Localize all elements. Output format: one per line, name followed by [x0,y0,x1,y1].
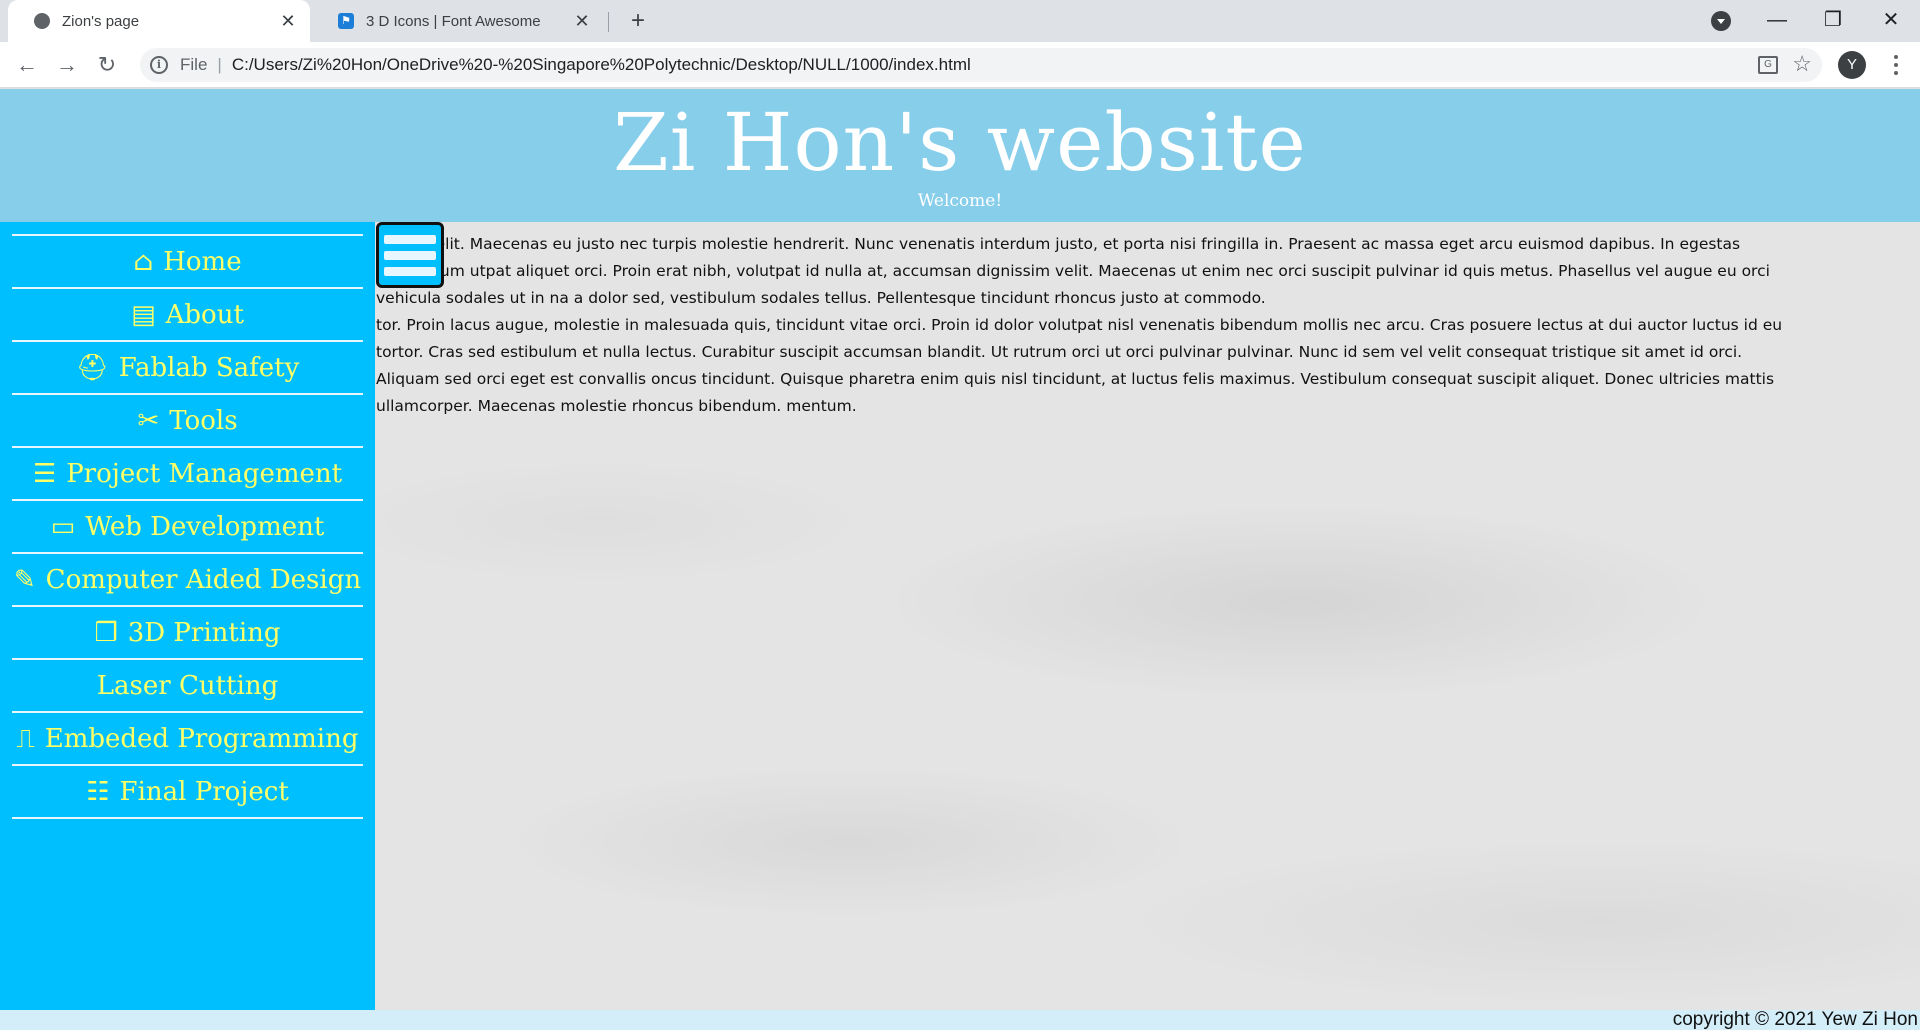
profile-avatar[interactable]: Y [1838,51,1866,79]
address-url[interactable]: C:/Users/Zi%20Hon/OneDrive%20-%20Singapo… [232,55,971,75]
hamburger-menu-button[interactable] [376,222,444,288]
address-bar[interactable]: i File | C:/Users/Zi%20Hon/OneDrive%20-%… [140,48,1822,82]
sidebar-item-label: Laser Cutting [96,670,279,701]
clipboard-list-icon: ☰ [32,458,57,489]
new-tab-button[interactable]: + [624,8,652,36]
sidebar-item-home[interactable]: ⌂ Home [12,236,363,289]
sidebar-item-label: About [165,299,244,330]
sidebar-item-label: Computer Aided Design [45,564,362,595]
sidebar-item-embeded-programming[interactable]: ⎍ Embeded Programming [12,713,363,766]
tab-title: 3 D Icons | Font Awesome [366,12,541,30]
content-paragraph: tor. Proin lacus augue, molestie in male… [376,316,1783,415]
home-icon: ⌂ [133,246,154,277]
tab-font-awesome[interactable]: ⚑ 3 D Icons | Font Awesome ✕ [312,0,604,42]
sidebar-item-label: Tools [169,405,238,436]
id-card-icon: ▤ [131,299,156,330]
sidebar-item-final-project[interactable]: ☷ Final Project [12,766,363,819]
site-header: Zi Hon's website Welcome! [0,89,1920,222]
sidebar-item-3d-printing[interactable]: ❒ 3D Printing [12,607,363,660]
copyright-text: copyright © 2021 Yew Zi Hon [1672,1009,1918,1030]
reload-icon[interactable]: ↻ [90,48,124,82]
window-icon: ▭ [50,511,76,542]
site-subtitle: Welcome! [917,191,1003,211]
main-content: piscing elit. Maecenas eu justo nec turp… [376,222,1796,420]
sidebar-item-computer-aided-design[interactable]: ✎ Computer Aided Design [12,554,363,607]
sidebar-item-label: Project Management [66,458,343,489]
minimize-button[interactable]: — [1752,4,1802,38]
tab-zions-page[interactable]: Zion's page ✕ [8,0,310,42]
sidebar-item-web-development[interactable]: ▭ Web Development [12,501,363,554]
site-footer: copyright © 2021 Yew Zi Hon [0,1010,1920,1030]
sidebar-item-fablab-safety[interactable]: ⛑ Fablab Safety [12,342,363,395]
tools-icon: ✂ [137,405,160,436]
sidebar-item-label: Home [163,246,242,277]
sidebar-item-label: Embeded Programming [44,723,359,754]
tab-separator [608,12,609,32]
close-tab-icon[interactable]: ✕ [278,11,298,32]
wave-square-icon: ⎍ [16,723,35,754]
page-viewport: Zi Hon's website Welcome! piscing elit. … [0,89,1920,1030]
close-window-button[interactable]: ✕ [1866,4,1916,38]
hamburger-bar [384,250,436,260]
sidebar-item-tools[interactable]: ✂ Tools [12,395,363,448]
sidebar-item-label: 3D Printing [127,617,281,648]
bookmark-star-icon[interactable]: ☆ [1792,51,1812,77]
flag-icon: ⚑ [338,13,354,29]
pencil-ruler-icon: ✎ [13,564,36,595]
address-divider: | [217,55,222,74]
nav-list: ⌂ Home ▤ About ⛑ Fablab Safety ✂ Tools ☰ Project … [12,234,363,819]
content-paragraph: piscing elit. Maecenas eu justo nec turp… [376,235,1770,307]
forward-arrow-icon[interactable]: → [50,48,84,82]
sidebar-item-label: Web Development [85,511,325,542]
globe-icon [34,13,50,29]
hard-hat-icon: ⛑ [75,352,109,383]
info-icon[interactable]: i [150,56,168,74]
site-title: Zi Hon's website [613,96,1307,189]
translate-icon[interactable]: G [1758,56,1778,74]
sidebar-nav: ⌂ Home ▤ About ⛑ Fablab Safety ✂ Tools ☰ Project … [0,222,375,1010]
browser-toolbar: ← → ↻ i File | C:/Users/Zi%20Hon/OneDriv… [0,42,1920,88]
sidebar-item-label: Fablab Safety [118,352,300,383]
sidebar-item-project-management[interactable]: ☰ Project Management [12,448,363,501]
sidebar-item-laser-cutting[interactable]: Laser Cutting [12,660,363,713]
browser-menu-icon[interactable] [1886,50,1906,80]
cubes-icon: ❒ [94,617,118,648]
tab-title: Zion's page [62,12,140,30]
back-arrow-icon[interactable]: ← [10,48,44,82]
hamburger-bar [384,266,436,276]
sidebar-item-label: Final Project [119,776,289,807]
restore-button[interactable]: ❐ [1808,4,1858,38]
address-scheme: File [180,55,208,74]
sidebar-item-about[interactable]: ▤ About [12,289,363,342]
close-tab-icon[interactable]: ✕ [572,11,592,32]
tab-strip: Zion's page ✕ ⚑ 3 D Icons | Font Awesome… [0,0,1920,42]
hamburger-bar [384,234,436,244]
tab-search-icon[interactable] [1711,11,1731,31]
tasks-icon: ☷ [86,776,110,807]
